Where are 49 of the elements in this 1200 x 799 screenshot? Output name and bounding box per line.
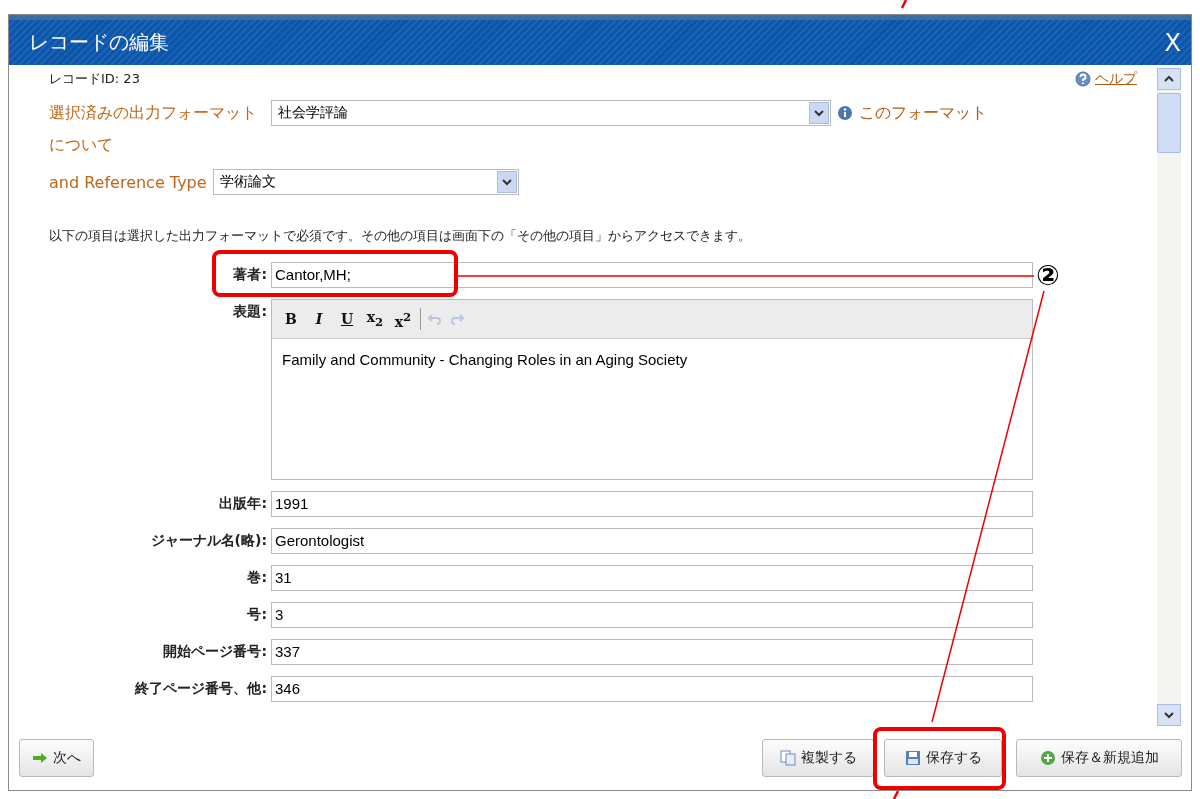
duplicate-button[interactable]: 複製する bbox=[762, 739, 874, 777]
input-field[interactable]: 31 bbox=[271, 565, 1033, 591]
reference-type-dropdown[interactable]: 学術論文 bbox=[212, 169, 519, 195]
format-label: 選択済みの出力フォーマット bbox=[49, 102, 257, 124]
leader-line bbox=[900, 0, 908, 9]
window-title: レコードの編集 bbox=[29, 29, 169, 56]
about-format-link-continued[interactable]: について bbox=[49, 135, 1157, 154]
required-notice: 以下の項目は選択した出力フォーマットで必須です。その他の項目は画面下の「その他の項目」からアクセスできます。 bbox=[49, 228, 752, 244]
input-field[interactable]: 346 bbox=[271, 676, 1033, 702]
field-label: 号: bbox=[246, 605, 267, 624]
info-icon bbox=[837, 105, 853, 121]
input-field[interactable]: 1991 bbox=[271, 491, 1033, 517]
format-button[interactable]: x$^{2}$ bbox=[392, 307, 414, 331]
format-button[interactable]: x$_{2}$ bbox=[364, 307, 386, 331]
scroll-down-icon[interactable] bbox=[1157, 704, 1181, 726]
scrollbar[interactable] bbox=[1157, 68, 1181, 726]
annotation-number: ② bbox=[1036, 262, 1060, 290]
title-text: Family and Community - Changing Roles in an Aging Society bbox=[281, 350, 689, 370]
format-dropdown[interactable]: 社会学評論 bbox=[271, 100, 831, 126]
field-label: 終了ページ番号、他: bbox=[133, 679, 267, 698]
help-link[interactable]: ヘルプ bbox=[1095, 70, 1137, 88]
format-button[interactable]: U bbox=[336, 310, 358, 328]
format-button[interactable]: I bbox=[308, 310, 330, 328]
save-and-new-button[interactable]: 保存＆新規追加 bbox=[1016, 739, 1182, 777]
input-field[interactable]: 337 bbox=[271, 639, 1033, 665]
about-format-link[interactable]: このフォーマット bbox=[859, 102, 987, 124]
close-button[interactable]: X bbox=[1164, 28, 1181, 57]
field-label: ジャーナル名(略): bbox=[149, 531, 267, 550]
field-label: 表題: bbox=[232, 302, 267, 321]
field-label: 巻: bbox=[246, 568, 267, 587]
field-label: 出版年: bbox=[218, 494, 267, 513]
format-button[interactable]: B bbox=[280, 310, 302, 328]
leader-line bbox=[892, 790, 900, 799]
rich-text-editor[interactable]: B I U x$_{2}$ x$^{2}$ Family and Community - Changing Roles in an Aging Society bbox=[271, 299, 1033, 480]
help-icon bbox=[1075, 71, 1091, 87]
scroll-up-icon[interactable] bbox=[1157, 68, 1181, 90]
plus-circle-icon bbox=[1039, 750, 1056, 766]
arrow-right-icon bbox=[32, 750, 48, 766]
copy-icon bbox=[779, 750, 796, 766]
record-id: レコードID: 23 bbox=[49, 70, 140, 88]
input-field[interactable]: Gerontologist bbox=[271, 528, 1033, 554]
scroll-thumb[interactable] bbox=[1157, 93, 1181, 153]
next-button[interactable]: 次へ bbox=[19, 739, 94, 777]
save-button[interactable]: 保存する bbox=[884, 739, 1002, 777]
input-field[interactable]: 3 bbox=[271, 602, 1033, 628]
reference-type-label: and Reference Type bbox=[49, 172, 207, 192]
input-field[interactable]: Cantor,MH; bbox=[271, 262, 1033, 288]
field-label: 開始ページ番号: bbox=[162, 642, 267, 661]
field-label: 著者: bbox=[232, 265, 267, 284]
